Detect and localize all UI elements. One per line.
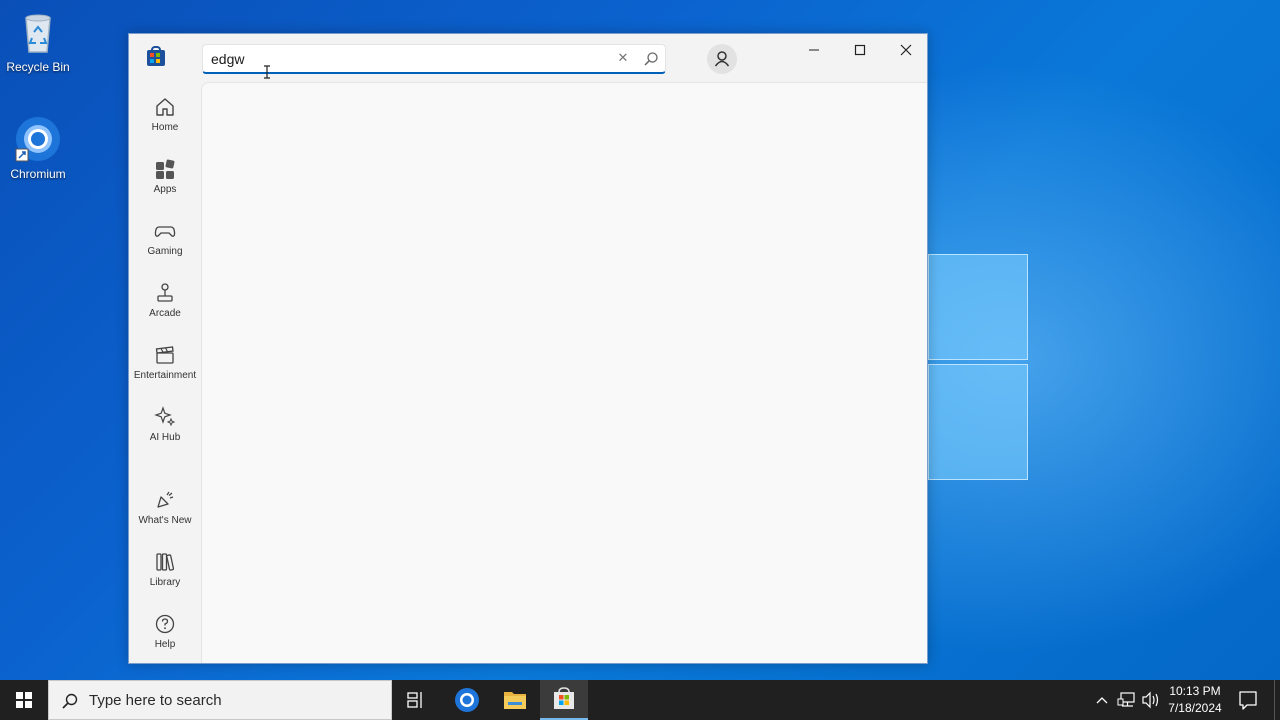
volume-button[interactable] [1140, 680, 1162, 720]
nav-item-apps[interactable]: Apps [129, 152, 201, 210]
nav-item-whats-new[interactable]: What's New [129, 483, 201, 541]
taskbar-search-placeholder: Type here to search [89, 692, 222, 709]
windows-wallpaper-logo [928, 240, 1028, 480]
task-view-icon [407, 692, 422, 708]
recycle-bin-icon [14, 8, 62, 56]
gamepad-icon [154, 226, 176, 237]
taskbar-search-box[interactable]: Type here to search [48, 680, 392, 720]
nav-item-library[interactable]: Library [129, 545, 201, 603]
close-icon [900, 44, 912, 56]
clear-search-icon[interactable]: ✕ [615, 51, 631, 67]
notification-icon [1239, 691, 1257, 710]
network-icon [1117, 692, 1135, 707]
network-button[interactable] [1116, 680, 1138, 720]
home-icon [156, 98, 174, 116]
nav-item-label: What's New [138, 515, 192, 526]
maximize-button[interactable] [837, 34, 883, 66]
folder-icon [504, 692, 526, 709]
store-icon [554, 687, 574, 709]
desktop-icon-recycle-bin[interactable]: Recycle Bin [0, 8, 76, 74]
desktop-icon-chromium[interactable]: Chromium [0, 115, 76, 181]
start-button[interactable] [0, 680, 48, 720]
clock-date: 7/18/2024 [1168, 701, 1222, 715]
library-icon [156, 553, 175, 571]
microsoft-store-window: ✕ [128, 33, 928, 664]
taskbar-file-explorer[interactable] [491, 680, 539, 720]
taskbar: Type here to search 10:13 PM 7/18/2024 [0, 680, 1280, 720]
nav-item-label: AI Hub [149, 432, 181, 443]
show-desktop-divider [1274, 680, 1275, 720]
nav-item-label: Arcade [149, 308, 181, 319]
nav-item-entertainment[interactable]: Entertainment [129, 338, 201, 396]
desktop-icon-label: Chromium [10, 167, 66, 181]
search-box: ✕ [202, 44, 666, 74]
nav-item-gaming[interactable]: Gaming [129, 214, 201, 272]
maximize-icon [854, 44, 866, 56]
content-area [201, 82, 927, 663]
megaphone-icon [157, 491, 174, 508]
task-view-button[interactable] [392, 680, 440, 720]
nav-item-label: Help [154, 639, 176, 650]
clock-time: 10:13 PM [1169, 684, 1221, 698]
search-icon[interactable] [643, 51, 659, 67]
windows-start-icon [16, 692, 32, 708]
apps-icon [156, 159, 175, 179]
title-bar[interactable]: ✕ [129, 34, 927, 82]
nav-item-ai-hub[interactable]: AI Hub [129, 400, 201, 458]
minimize-icon [809, 49, 819, 51]
nav-item-label: Apps [153, 184, 177, 195]
nav-item-label: Entertainment [133, 370, 197, 381]
nav-item-home[interactable]: Home [129, 90, 201, 148]
chevron-up-icon [1096, 697, 1108, 704]
nav-item-help[interactable]: Help [129, 607, 201, 665]
sparkle-icon [154, 406, 176, 427]
account-avatar-icon[interactable] [707, 44, 737, 74]
minimize-button[interactable] [791, 34, 837, 66]
taskbar-clock[interactable]: 10:13 PM 7/18/2024 [1160, 683, 1230, 717]
joystick-icon [157, 283, 173, 302]
speaker-icon [1142, 691, 1159, 709]
close-button[interactable] [883, 34, 929, 66]
taskbar-chromium[interactable] [443, 680, 491, 720]
nav-item-label: Gaming [147, 246, 183, 257]
nav-item-label: Library [149, 577, 181, 588]
help-icon [155, 614, 175, 634]
chromium-icon [14, 115, 62, 163]
clapperboard-icon [155, 346, 174, 364]
chromium-icon [455, 688, 479, 712]
action-center-button[interactable] [1234, 680, 1262, 720]
show-hidden-icons-button[interactable] [1092, 680, 1112, 720]
nav-item-arcade[interactable]: Arcade [129, 276, 201, 334]
text-cursor-icon [263, 64, 271, 79]
taskbar-microsoft-store[interactable] [540, 680, 588, 720]
nav-item-label: Home [151, 122, 179, 133]
search-icon [62, 693, 78, 709]
navigation-rail: Home Apps Gaming Arcade Entertainment AI… [129, 82, 201, 663]
store-logo-icon [147, 46, 165, 66]
desktop-icon-label: Recycle Bin [6, 60, 70, 74]
